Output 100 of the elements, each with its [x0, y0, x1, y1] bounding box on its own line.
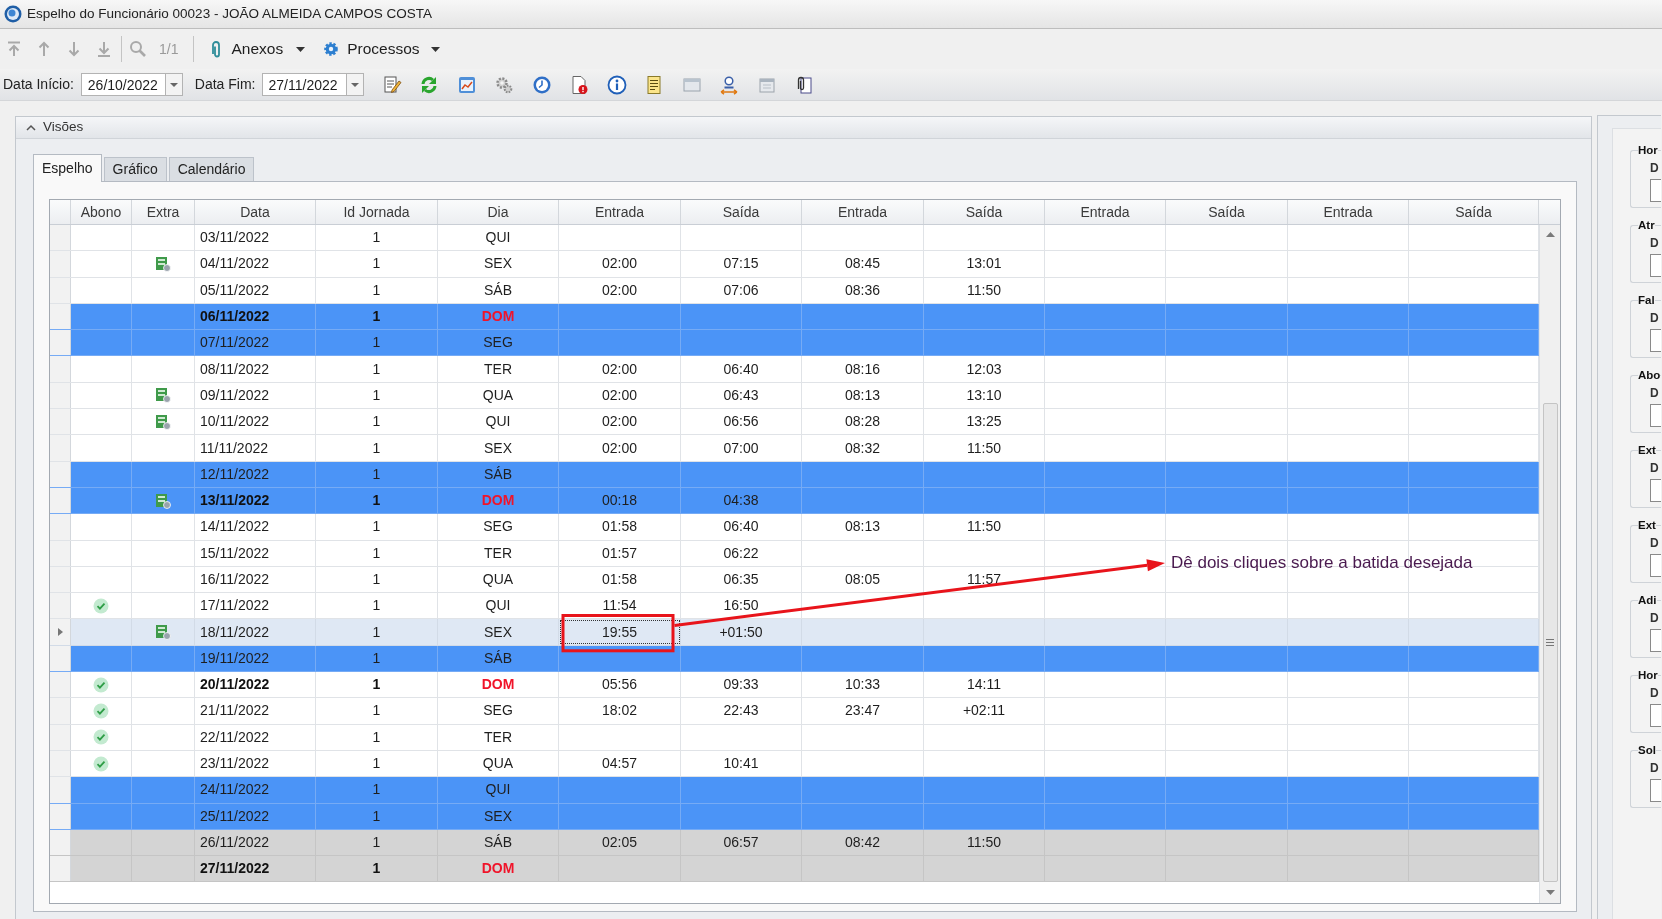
column-header[interactable]: Entrada: [559, 200, 681, 224]
table-cell[interactable]: 11:50: [924, 514, 1045, 540]
column-header[interactable]: Entrada: [1045, 200, 1166, 224]
table-cell[interactable]: 23:47: [802, 698, 924, 724]
value-field[interactable]: [1650, 629, 1661, 652]
table-cell[interactable]: 08:42: [802, 829, 924, 856]
table-cell[interactable]: 02:00: [559, 409, 681, 435]
table-cell[interactable]: 06:40: [681, 356, 802, 382]
table-cell[interactable]: 11:54: [559, 593, 681, 619]
table-row[interactable]: 27/11/2022 1 DOM: [50, 856, 1539, 883]
refresh-icon[interactable]: [419, 74, 439, 95]
chevron-icon[interactable]: [26, 124, 36, 131]
value-field[interactable]: [1650, 329, 1661, 352]
column-header[interactable]: Saída: [1166, 200, 1288, 224]
table-cell[interactable]: 06:43: [681, 382, 802, 409]
clock-icon[interactable]: [531, 74, 552, 95]
table-cell[interactable]: 18:02: [559, 698, 681, 724]
table-cell[interactable]: 02:00: [559, 356, 681, 382]
table-cell[interactable]: 02:00: [559, 435, 681, 461]
table-row[interactable]: 10/11/2022 1 QUI 02:00 06:56 08:28 13:25: [50, 409, 1539, 436]
table-cell[interactable]: 09:33: [681, 672, 802, 698]
table-row[interactable]: 23/11/2022 1 QUA 04:57 10:41: [50, 750, 1539, 778]
table-cell[interactable]: 00:18: [559, 487, 681, 514]
start-date-field[interactable]: 26/10/2022: [80, 73, 165, 96]
table-row[interactable]: 06/11/2022 1 DOM: [50, 303, 1539, 331]
table-cell[interactable]: 06:56: [681, 409, 802, 435]
table-cell[interactable]: 05:56: [559, 672, 681, 698]
table-cell[interactable]: 01:57: [559, 540, 681, 566]
table-row[interactable]: 21/11/2022 1 SEG 18:02 22:43 23:47 +02:11: [50, 698, 1539, 725]
document-alert-icon[interactable]: [569, 74, 589, 95]
column-header[interactable]: Entrada: [802, 200, 924, 224]
table-cell[interactable]: 07:15: [681, 251, 802, 277]
column-header[interactable]: Id Jornada: [316, 200, 438, 224]
chart-window-icon[interactable]: [456, 74, 477, 95]
edit-document-icon[interactable]: [381, 74, 402, 95]
table-cell[interactable]: 12:03: [924, 356, 1045, 382]
table-cell[interactable]: 06:40: [681, 514, 802, 540]
table-cell[interactable]: 22:43: [681, 698, 802, 724]
value-field[interactable]: [1650, 779, 1661, 802]
processes-menu-button[interactable]: Processos: [319, 35, 444, 63]
table-row[interactable]: 04/11/2022 1 SEX 02:00 07:15 08:45 13:01: [50, 251, 1539, 278]
scroll-thumb[interactable]: [1542, 403, 1558, 882]
table-cell[interactable]: 06:22: [681, 540, 802, 566]
end-date-field[interactable]: 27/11/2022: [261, 73, 346, 96]
table-cell[interactable]: 13:10: [924, 382, 1045, 409]
table-cell[interactable]: 08:05: [802, 566, 924, 593]
table-row[interactable]: 14/11/2022 1 SEG 01:58 06:40 08:13 11:50: [50, 514, 1539, 541]
value-field[interactable]: [1650, 404, 1661, 427]
table-cell[interactable]: 11:50: [924, 277, 1045, 303]
value-field[interactable]: [1650, 554, 1661, 577]
table-cell[interactable]: 10:41: [681, 750, 802, 777]
table-cell[interactable]: 08:28: [802, 409, 924, 435]
column-header[interactable]: Data: [195, 200, 316, 224]
table-cell[interactable]: 06:57: [681, 829, 802, 856]
table-cell[interactable]: 08:13: [802, 382, 924, 409]
table-row[interactable]: 24/11/2022 1 QUI: [50, 777, 1539, 804]
table-row[interactable]: 12/11/2022 1 SÁB: [50, 461, 1539, 488]
scroll-down-icon[interactable]: [1545, 890, 1555, 895]
table-cell[interactable]: 04:38: [681, 487, 802, 514]
scroll-up-icon[interactable]: [1545, 232, 1555, 237]
table-cell[interactable]: 08:36: [802, 277, 924, 303]
column-header[interactable]: Saída: [924, 200, 1045, 224]
value-field[interactable]: [1650, 254, 1661, 277]
table-row[interactable]: 22/11/2022 1 TER: [50, 724, 1539, 751]
tab[interactable]: Espelho: [33, 154, 102, 182]
table-row[interactable]: 20/11/2022 1 DOM 05:56 09:33 10:33 14:11: [50, 672, 1539, 699]
table-cell[interactable]: 13:25: [924, 409, 1045, 435]
table-cell[interactable]: 11:50: [924, 435, 1045, 461]
table-row[interactable]: 05/11/2022 1 SÁB 02:00 07:06 08:36 11:50: [50, 277, 1539, 304]
table-row[interactable]: 25/11/2022 1 SEX: [50, 803, 1539, 830]
table-row[interactable]: 13/11/2022 1 DOM 00:18 04:38: [50, 487, 1539, 515]
table-cell[interactable]: 08:16: [802, 356, 924, 382]
table-cell[interactable]: 11:50: [924, 829, 1045, 856]
table-cell[interactable]: 16:50: [681, 593, 802, 619]
table-cell[interactable]: +01:50: [681, 619, 802, 645]
tab[interactable]: Calendário: [168, 157, 255, 181]
table-cell[interactable]: 14:11: [924, 672, 1045, 698]
info-icon[interactable]: [606, 74, 627, 95]
table-cell[interactable]: 07:06: [681, 277, 802, 303]
table-cell[interactable]: 01:58: [559, 514, 681, 540]
table-cell[interactable]: 01:58: [559, 566, 681, 593]
column-header[interactable]: Entrada: [1288, 200, 1409, 224]
gears-icon[interactable]: [494, 74, 514, 95]
table-row[interactable]: 26/11/2022 1 SÁB 02:05 06:57 08:42 11:50: [50, 829, 1539, 857]
attachments-menu-button[interactable]: Anexos: [206, 35, 310, 63]
stamp-icon[interactable]: [719, 74, 739, 95]
table-cell[interactable]: 02:00: [559, 382, 681, 409]
table-cell[interactable]: 04:57: [559, 750, 681, 777]
column-header[interactable]: Dia: [438, 200, 559, 224]
table-cell[interactable]: 02:05: [559, 829, 681, 856]
table-row[interactable]: 17/11/2022 1 QUI 11:54 16:50: [50, 593, 1539, 620]
table-cell[interactable]: 13:01: [924, 251, 1045, 277]
table-cell[interactable]: 02:00: [559, 251, 681, 277]
table-cell[interactable]: 06:35: [681, 566, 802, 593]
table-row[interactable]: 11/11/2022 1 SEX 02:00 07:00 08:32 11:50: [50, 435, 1539, 462]
notepad-icon[interactable]: [644, 74, 664, 95]
value-field[interactable]: [1650, 704, 1661, 727]
table-cell[interactable]: 08:13: [802, 514, 924, 540]
column-header[interactable]: Saída: [681, 200, 802, 224]
table-cell[interactable]: 08:32: [802, 435, 924, 461]
